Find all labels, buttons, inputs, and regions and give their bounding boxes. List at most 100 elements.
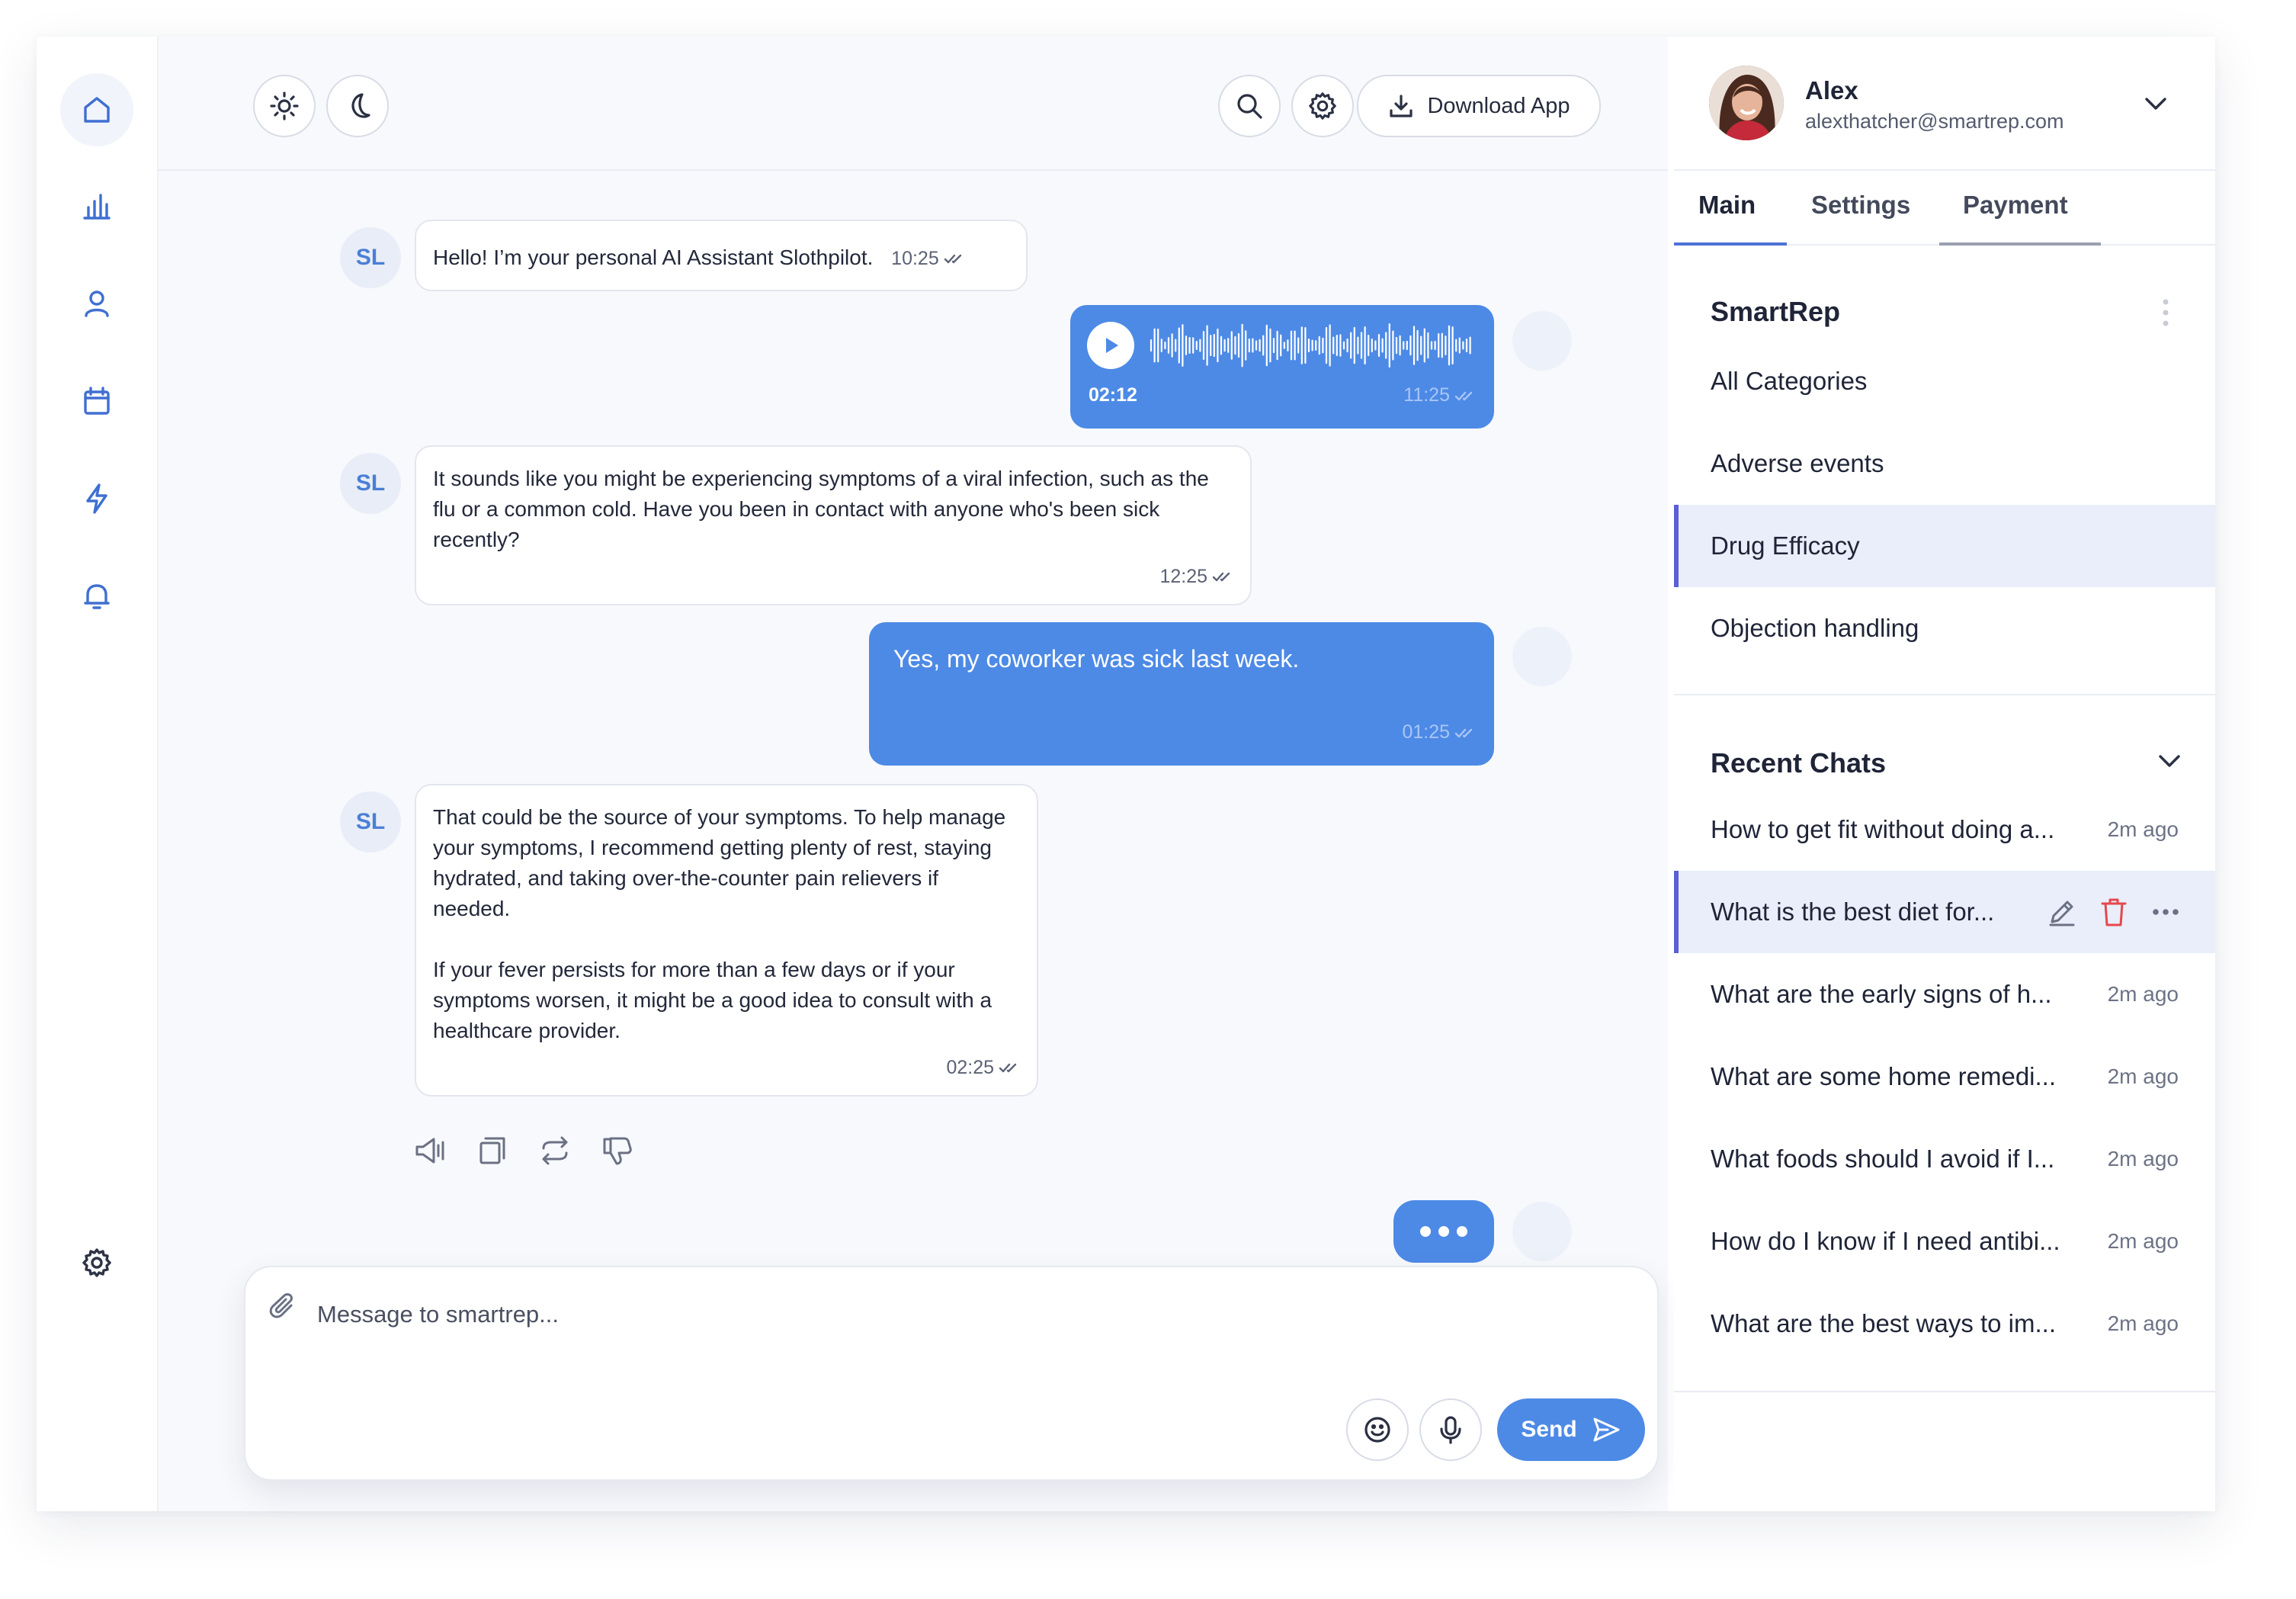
gear-icon — [82, 1248, 111, 1277]
more-horizontal-icon[interactable] — [2150, 896, 2182, 928]
user-avatar — [1512, 1202, 1572, 1261]
paperclip-icon[interactable] — [268, 1292, 299, 1322]
user-icon — [85, 291, 109, 317]
light-mode-button[interactable] — [253, 75, 316, 137]
profile-email: alexthatcher@smartrep.com — [1805, 110, 2064, 133]
nav-lightning[interactable] — [60, 462, 133, 535]
nav-calendar[interactable] — [60, 364, 133, 438]
send-icon — [1593, 1418, 1620, 1442]
message-time: 10:25 — [891, 243, 965, 274]
message-input[interactable] — [316, 1295, 1462, 1334]
download-icon — [1390, 95, 1413, 117]
assistant-message: It sounds like you might be experiencing… — [415, 445, 1252, 605]
emoji-button[interactable] — [1346, 1398, 1409, 1461]
nav-profile[interactable] — [60, 267, 133, 340]
microphone-icon — [1440, 1416, 1461, 1444]
gear-icon — [1309, 92, 1336, 120]
speaker-icon[interactable] — [412, 1133, 447, 1168]
search-button[interactable] — [1218, 75, 1281, 137]
right-sidebar: Alex alexthatcher@smartrep.com Main Sett… — [1674, 37, 2215, 1511]
chat-item-selected[interactable]: What is the best diet for... — [1674, 871, 2215, 953]
chat-time: 2m ago — [2107, 1312, 2179, 1335]
message-text: It sounds like you might be experiencing… — [433, 467, 1209, 551]
chat-title: What are the early signs of h... — [1711, 980, 2052, 1008]
play-button[interactable] — [1087, 322, 1134, 369]
message-paragraph: If your fever persists for more than a f… — [433, 958, 992, 1042]
assistant-avatar: SL — [340, 227, 401, 288]
moon-icon — [351, 93, 370, 118]
double-check-icon — [1212, 572, 1230, 582]
bell-icon — [84, 584, 110, 609]
double-check-icon — [1454, 391, 1473, 400]
typing-indicator — [1393, 1200, 1494, 1263]
tab-settings[interactable]: Settings — [1811, 191, 1910, 220]
dark-mode-button[interactable] — [326, 75, 389, 137]
settings-button[interactable] — [1291, 75, 1354, 137]
user-message: Yes, my coworker was sick last week. 01:… — [869, 622, 1494, 766]
chat-title: What are the best ways to im... — [1711, 1309, 2057, 1337]
message-actions — [412, 1133, 635, 1168]
avatar — [1709, 66, 1784, 140]
tab-underline — [1939, 242, 2101, 246]
message-time: 12:25 — [1159, 561, 1233, 592]
chat-time: 2m ago — [2107, 982, 2179, 1006]
download-app-button[interactable]: Download App — [1357, 75, 1601, 137]
chat-item[interactable]: What are the best ways to im... 2m ago — [1674, 1283, 2215, 1365]
chat-time: 2m ago — [2107, 1147, 2179, 1170]
category-item[interactable]: Objection handling — [1674, 587, 2215, 669]
chat-item[interactable]: How to get fit without doing a... 2m ago — [1674, 788, 2215, 871]
chat-title: How to get fit without doing a... — [1711, 815, 2055, 843]
profile-name: Alex — [1805, 76, 1858, 104]
chevron-down-icon[interactable] — [2154, 746, 2185, 776]
nav-home[interactable] — [60, 73, 133, 146]
lightning-icon — [86, 483, 107, 514]
nav-analytics[interactable] — [60, 169, 133, 242]
assistant-avatar: SL — [340, 453, 401, 514]
message-text: Yes, my coworker was sick last week. — [893, 645, 1300, 673]
copy-icon[interactable] — [475, 1133, 510, 1168]
chat-item[interactable]: What are some home remedi... 2m ago — [1674, 1035, 2215, 1118]
nav-notifications[interactable] — [60, 560, 133, 633]
sun-icon — [270, 92, 299, 120]
message-time: 02:25 — [946, 1052, 1020, 1083]
emoji-icon — [1364, 1417, 1390, 1443]
user-avatar — [1512, 311, 1572, 371]
edit-icon[interactable] — [2046, 896, 2078, 928]
chat-area: Download App SL Hello! I’m your personal… — [159, 37, 1668, 1511]
microphone-button[interactable] — [1419, 1398, 1482, 1461]
trash-icon[interactable] — [2098, 896, 2130, 928]
chat-item[interactable]: How do I know if I need antibi... 2m ago — [1674, 1200, 2215, 1283]
bar-chart-icon — [83, 194, 111, 220]
audio-waveform — [1150, 323, 1471, 368]
profile-header[interactable]: Alex alexthatcher@smartrep.com — [1674, 37, 2215, 171]
tab-main[interactable]: Main — [1698, 191, 1756, 220]
search-icon — [1237, 94, 1262, 119]
send-label: Send — [1521, 1417, 1577, 1442]
voice-duration: 02:12 — [1089, 384, 1137, 406]
chat-title: How do I know if I need antibi... — [1711, 1227, 2060, 1255]
chevron-down-icon[interactable] — [2140, 88, 2171, 119]
more-vertical-icon[interactable] — [2162, 297, 2169, 328]
tab-payment[interactable]: Payment — [1963, 191, 2068, 220]
divider — [1674, 694, 2215, 695]
message-composer: Send — [244, 1266, 1659, 1481]
assistant-message: Hello! I’m your personal AI Assistant Sl… — [415, 220, 1028, 291]
send-button[interactable]: Send — [1497, 1398, 1645, 1461]
message-time: 01:25 — [1402, 721, 1476, 743]
regenerate-icon[interactable] — [537, 1133, 572, 1168]
chat-time: 2m ago — [2107, 817, 2179, 841]
thumbs-down-icon[interactable] — [600, 1133, 635, 1168]
category-item[interactable]: All Categories — [1674, 340, 2215, 422]
nav-settings[interactable] — [60, 1226, 133, 1299]
play-icon — [1106, 338, 1118, 353]
chat-item[interactable]: What are the early signs of h... 2m ago — [1674, 953, 2215, 1035]
top-bar: Download App — [159, 37, 1668, 171]
section-title: SmartRep — [1711, 296, 1841, 327]
category-item[interactable]: Adverse events — [1674, 422, 2215, 505]
user-avatar — [1512, 627, 1572, 686]
double-check-icon — [999, 1063, 1017, 1073]
category-item-selected[interactable]: Drug Efficacy — [1674, 505, 2215, 587]
chat-item[interactable]: What foods should I avoid if I... 2m ago — [1674, 1118, 2215, 1200]
icon-rail — [37, 37, 159, 1511]
chat-tools — [2046, 896, 2182, 928]
